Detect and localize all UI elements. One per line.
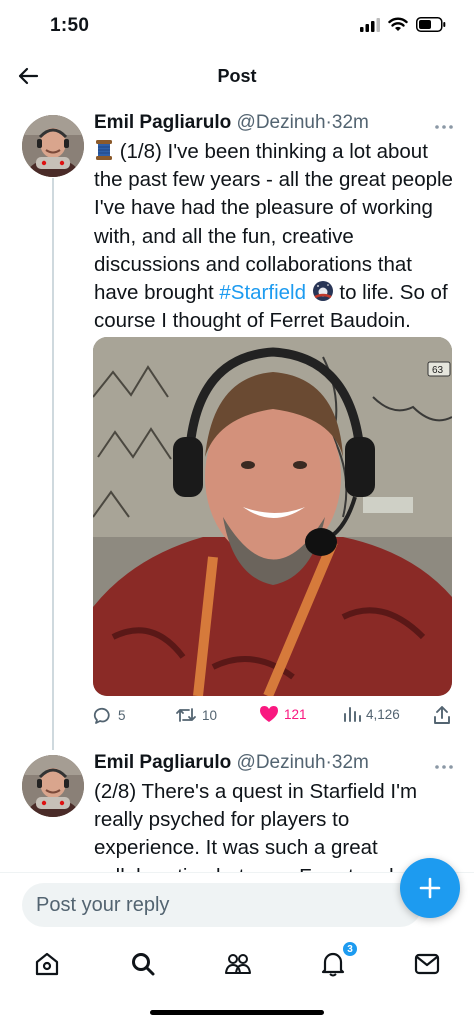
- hashtag-link[interactable]: #Starfield: [219, 281, 306, 304]
- tweet-text-part1: (1/8) I've been thinking a lot about the…: [94, 140, 453, 305]
- bell-icon: [321, 952, 345, 977]
- plus-icon: [419, 877, 441, 899]
- search-icon: [132, 953, 155, 976]
- mail-icon: [414, 953, 440, 975]
- status-icons: [360, 17, 446, 32]
- like-count: 121: [284, 706, 307, 722]
- avatar-image: [22, 115, 84, 177]
- status-bar: 1:50: [0, 0, 474, 52]
- home-indicator: [150, 1010, 324, 1015]
- views-icon: [344, 707, 361, 722]
- page-title: Post: [217, 66, 257, 86]
- tweet-image[interactable]: 63: [93, 337, 452, 696]
- avatar[interactable]: [22, 115, 84, 177]
- nav-search[interactable]: [125, 946, 161, 982]
- header: Post: [0, 52, 474, 100]
- reply-icon: [93, 707, 110, 724]
- reply-input[interactable]: Post your reply: [22, 883, 422, 927]
- cellular-signal-icon: [360, 17, 380, 32]
- post-time[interactable]: 32m: [332, 752, 369, 773]
- views-button[interactable]: 4,126: [343, 705, 400, 723]
- tweet-text: (1/8) I've been thinking a lot about the…: [94, 138, 454, 335]
- repost-button[interactable]: 10: [175, 705, 217, 725]
- repost-count: 10: [202, 707, 218, 723]
- more-options-button[interactable]: [434, 754, 454, 775]
- compose-button[interactable]: [400, 858, 460, 918]
- thread-spool-icon: [96, 140, 112, 160]
- wifi-icon: [388, 17, 408, 31]
- nav-communities[interactable]: [220, 946, 256, 982]
- share-button[interactable]: [433, 705, 451, 725]
- reply-count: 5: [118, 707, 126, 723]
- author-handle[interactable]: @Dezinuh: [237, 752, 326, 773]
- notifications-badge: 3: [341, 940, 359, 958]
- share-icon: [434, 706, 450, 724]
- nav-home[interactable]: [29, 946, 65, 982]
- bottom-nav: 3: [0, 934, 474, 992]
- nav-notifications[interactable]: 3: [315, 940, 359, 982]
- tweet-actions: 5 10 121 4,126: [93, 705, 455, 729]
- author-name[interactable]: Emil Pagliarulo: [94, 752, 231, 773]
- tweet-header: Emil Pagliarulo @Dezinuh·32m: [94, 752, 456, 778]
- more-options-button[interactable]: [434, 114, 454, 135]
- photo-illustration: 63: [93, 337, 452, 696]
- avatar-image: [22, 755, 84, 817]
- home-icon: [35, 952, 59, 976]
- starfield-planet-icon: [312, 281, 333, 302]
- tweet-header: Emil Pagliarulo @Dezinuh·32m: [94, 112, 456, 138]
- like-button[interactable]: 121: [259, 705, 307, 723]
- map-sign-text: 63: [432, 365, 444, 376]
- heart-icon: [260, 706, 278, 722]
- post-time[interactable]: 32m: [332, 112, 369, 133]
- status-time: 1:50: [50, 15, 90, 36]
- author-name[interactable]: Emil Pagliarulo: [94, 112, 231, 133]
- communities-icon: [225, 954, 251, 974]
- view-count: 4,126: [366, 706, 400, 722]
- reply-button[interactable]: 5: [93, 705, 126, 725]
- author-handle[interactable]: @Dezinuh: [237, 112, 326, 133]
- avatar[interactable]: [22, 755, 84, 817]
- nav-messages[interactable]: [409, 946, 445, 982]
- repost-icon: [176, 708, 196, 722]
- more-icon: [435, 765, 453, 769]
- thread-line: [52, 178, 54, 750]
- battery-icon: [416, 17, 446, 32]
- more-icon: [435, 125, 453, 129]
